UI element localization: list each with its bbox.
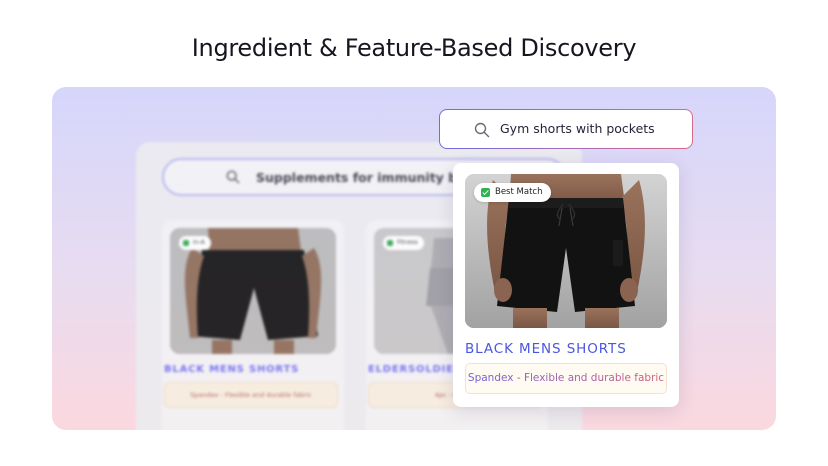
demo-stage: Supplements for immunity boost In-A BLAC… [52,87,776,430]
search-input[interactable]: Gym shorts with pockets [439,109,693,149]
feature-text: Spandex - Flexible and durable fabric [467,372,665,384]
background-product-card: In-A BLACK MENS SHORTS Spandex - Flexibl… [162,220,344,430]
feature-pill: Spandex - Flexible and durable fabric [465,363,667,394]
background-product-name: BLACK MENS SHORTS [164,364,300,375]
search-query-text: Gym shorts with pockets [500,121,655,136]
search-icon [226,170,240,184]
product-name[interactable]: BLACK MENS SHORTS [465,341,627,357]
product-image: Best Match [465,174,667,328]
checkbox-checked-icon [481,188,490,197]
background-product-image: In-A [170,228,336,354]
search-icon [474,122,490,138]
background-badge: In-A [179,236,211,250]
background-badge: Fitness [383,236,424,250]
best-match-label: Best Match [495,187,543,197]
background-feature-pill: Spandex - Flexible and durable fabric [164,382,338,408]
product-card[interactable]: Best Match BLACK MENS SHORTS Spandex - F… [453,163,679,407]
page-title: Ingredient & Feature-Based Discovery [191,34,637,62]
best-match-badge: Best Match [474,183,552,202]
background-product-name: ELDERSOLDIER [368,364,463,375]
